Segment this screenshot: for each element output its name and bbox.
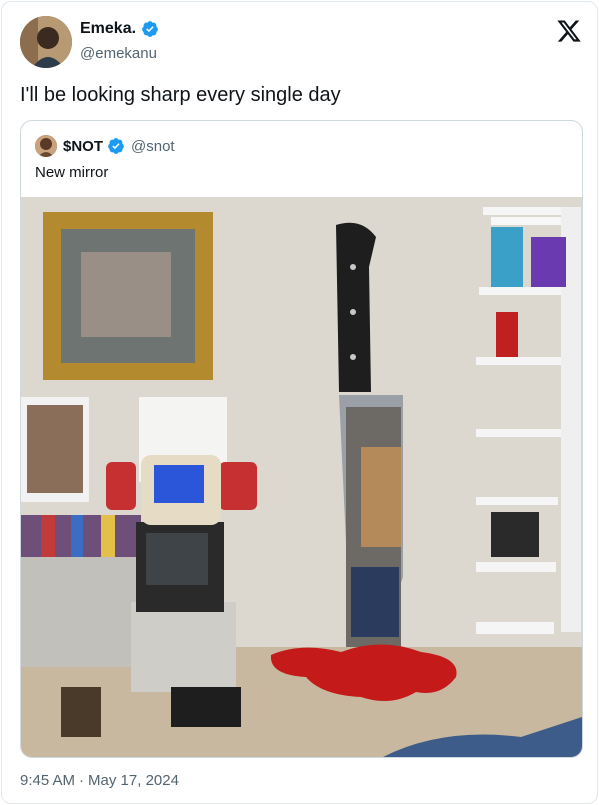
avatar-image [20, 16, 72, 68]
tweet-time[interactable]: 9:45 AM [20, 772, 75, 789]
author-handle[interactable]: @emekanu [80, 45, 157, 62]
author-name-row[interactable]: Emeka. [80, 20, 159, 38]
quoted-display-name[interactable]: $NOT [63, 138, 103, 155]
quoted-author-avatar[interactable] [35, 135, 57, 157]
timestamp-separator: · [79, 772, 85, 789]
quoted-tweet[interactable]: $NOT @snot New mirror [20, 120, 583, 758]
quoted-photo[interactable] [21, 197, 582, 758]
verified-badge-icon [142, 21, 158, 37]
tweet-text: I'll be looking sharp every single day [20, 84, 341, 106]
x-logo-icon[interactable] [556, 18, 582, 44]
tweet-timestamp[interactable]: 9:45 AM · May 17, 2024 [20, 772, 179, 789]
verified-badge-icon [108, 138, 124, 154]
author-avatar[interactable] [20, 16, 72, 68]
tweet-date[interactable]: May 17, 2024 [88, 772, 179, 789]
tweet-card: Emeka. @emekanu I'll be looking sharp ev… [1, 1, 598, 804]
quoted-avatar-image [35, 135, 57, 157]
author-display-name[interactable]: Emeka. [80, 20, 136, 38]
quoted-handle[interactable]: @snot [131, 138, 175, 155]
quoted-text: New mirror [35, 164, 109, 181]
quoted-name-row[interactable]: $NOT [63, 137, 125, 155]
